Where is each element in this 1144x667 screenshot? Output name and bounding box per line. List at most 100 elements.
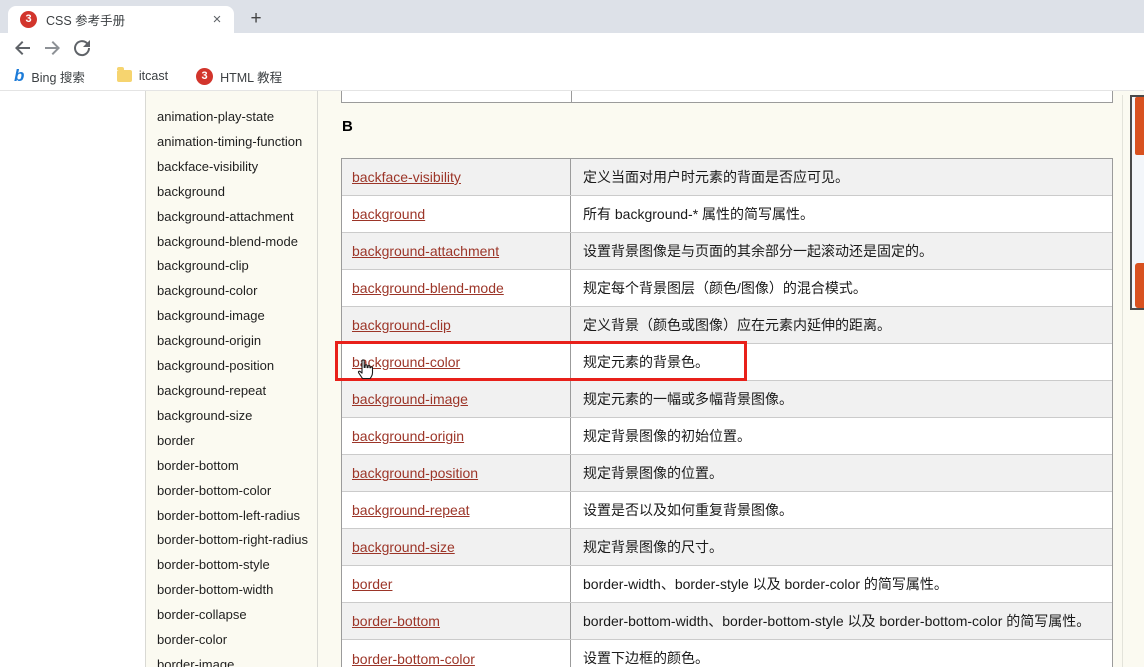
divider (317, 91, 318, 667)
description-text: 设置背景图像是与页面的其余部分一起滚动还是固定的。 (583, 242, 933, 259)
description-text: border-width、border-style 以及 border-colo… (583, 575, 948, 592)
table-row: background-attachment 设置背景图像是与页面的其余部分一起滚… (342, 233, 1112, 270)
description-cell: 规定元素的背景色。 (571, 344, 1112, 380)
sidebar-item[interactable]: background-blend-mode (157, 230, 315, 255)
description-text: 规定每个背景图层（颜色/图像）的混合模式。 (583, 279, 867, 296)
bookmark-label: HTML 教程 (220, 70, 283, 85)
description-cell: 规定背景图像的初始位置。 (571, 418, 1112, 454)
sidebar-item[interactable]: background-clip (157, 254, 315, 279)
property-link[interactable]: background-image (352, 391, 468, 407)
section-heading-b: B (342, 118, 353, 135)
description-text: border-bottom-width、border-bottom-style … (583, 612, 1091, 629)
sidebar-item[interactable]: border (157, 429, 315, 454)
table-row: background-position 规定背景图像的位置。 (342, 455, 1112, 492)
bookmark-bing[interactable]: b Bing 搜索 (14, 65, 85, 87)
property-link[interactable]: background-attachment (352, 243, 499, 259)
sidebar-item[interactable]: background-color (157, 279, 315, 304)
sidebar-item[interactable]: border-bottom-width (157, 578, 315, 603)
sidebar-item[interactable]: animation-play-state (157, 105, 315, 130)
description-cell: 所有 background-* 属性的简写属性。 (571, 196, 1112, 232)
sidebar-item[interactable]: background-repeat (157, 379, 315, 404)
tab-css-reference[interactable]: 3 CSS 参考手册 × (8, 6, 234, 33)
table-row: background-size 规定背景图像的尺寸。 (342, 529, 1112, 566)
property-cell: background-size (342, 529, 571, 565)
hand-cursor-icon (357, 359, 374, 380)
browser-window: 3 CSS 参考手册 × + w3school.com.cn/cssref/in… (0, 0, 1144, 667)
property-cell: border (342, 566, 571, 602)
w3school-favicon-icon: 3 (20, 11, 37, 28)
property-link[interactable]: background-origin (352, 428, 464, 444)
sidebar-item[interactable]: backface-visibility (157, 155, 315, 180)
sidebar-item[interactable]: animation-timing-function (157, 130, 315, 155)
refresh-icon[interactable] (70, 36, 94, 60)
browser-toolbar: w3school.com.cn/cssref/index.asp (0, 33, 1144, 92)
tab-title: CSS 参考手册 (46, 14, 126, 28)
description-cell: 规定背景图像的尺寸。 (571, 529, 1112, 565)
sidebar-item[interactable]: border-bottom (157, 454, 315, 479)
property-cell: background (342, 196, 571, 232)
description-cell: 设置下边框的颜色。 (571, 640, 1112, 667)
divider (1122, 95, 1123, 667)
sidebar-item[interactable]: background (157, 180, 315, 205)
bookmarks-bar: b Bing 搜索 itcast 3 HTML 教程 (0, 62, 1144, 91)
sidebar-item[interactable]: background-position (157, 354, 315, 379)
folder-icon (116, 67, 132, 82)
sidebar-item[interactable]: border-image (157, 653, 315, 667)
property-link[interactable]: background-blend-mode (352, 280, 504, 296)
property-link[interactable]: backface-visibility (352, 169, 461, 185)
description-text: 所有 background-* 属性的简写属性。 (583, 205, 815, 222)
property-cell: background-repeat (342, 492, 571, 528)
sidebar-item[interactable]: border-bottom-style (157, 553, 315, 578)
description-cell: 定义背景（颜色或图像）应在元素内延伸的距离。 (571, 307, 1112, 343)
bookmark-label: itcast (138, 69, 169, 83)
property-link[interactable]: background-size (352, 539, 455, 555)
property-cell: background-blend-mode (342, 270, 571, 306)
description-text: 规定背景图像的尺寸。 (583, 538, 723, 555)
description-cell: border-bottom-width、border-bottom-style … (571, 603, 1112, 639)
description-text: 定义当面对用户时元素的背面是否应可见。 (583, 168, 849, 185)
table-row: backface-visibility 定义当面对用户时元素的背面是否应可见。 (342, 159, 1112, 196)
property-link[interactable]: background-repeat (352, 502, 470, 518)
table-row: background-image 规定元素的一幅或多幅背景图像。 (342, 381, 1112, 418)
back-icon[interactable] (11, 36, 35, 60)
bing-icon: b (14, 66, 25, 85)
property-link[interactable]: background (352, 206, 425, 222)
property-link[interactable]: background-position (352, 465, 478, 481)
sidebar-item[interactable]: border-bottom-left-radius (157, 504, 315, 529)
property-cell: border-bottom-color (342, 640, 571, 667)
divider (145, 91, 146, 667)
property-link[interactable]: border-bottom (352, 613, 440, 629)
sidebar-item[interactable]: border-collapse (157, 603, 315, 628)
table-row: background-clip 定义背景（颜色或图像）应在元素内延伸的距离。 (342, 307, 1112, 344)
description-text: 规定背景图像的位置。 (583, 464, 723, 481)
description-text: 设置是否以及如何重复背景图像。 (583, 501, 793, 518)
description-cell: 规定每个背景图层（颜色/图像）的混合模式。 (571, 270, 1112, 306)
sidebar-item[interactable]: border-bottom-right-radius (157, 528, 315, 553)
new-tab-button[interactable]: + (244, 8, 268, 32)
bookmark-itcast[interactable]: itcast (116, 65, 169, 87)
forward-icon[interactable] (40, 36, 64, 60)
property-cell: background-attachment (342, 233, 571, 269)
property-link[interactable]: border (352, 576, 392, 592)
description-cell: 设置是否以及如何重复背景图像。 (571, 492, 1112, 528)
tab-close-icon[interactable]: × (208, 11, 226, 29)
sidebar-item[interactable]: border-color (157, 628, 315, 653)
css-reference-table: backface-visibility 定义当面对用户时元素的背面是否应可见。 … (341, 158, 1113, 667)
description-text: 规定元素的背景色。 (583, 353, 709, 370)
description-text: 规定元素的一幅或多幅背景图像。 (583, 390, 793, 407)
property-link[interactable]: background-clip (352, 317, 451, 333)
description-cell: border-width、border-style 以及 border-colo… (571, 566, 1112, 602)
description-cell: 规定元素的一幅或多幅背景图像。 (571, 381, 1112, 417)
sidebar-item[interactable]: background-image (157, 304, 315, 329)
sidebar-item[interactable]: background-attachment (157, 205, 315, 230)
sidebar-item[interactable]: background-size (157, 404, 315, 429)
scrollbar-marker[interactable] (1135, 263, 1144, 308)
bookmark-html-tutorial[interactable]: 3 HTML 教程 (196, 65, 282, 87)
description-cell: 定义当面对用户时元素的背面是否应可见。 (571, 159, 1112, 195)
property-link[interactable]: border-bottom-color (352, 651, 475, 667)
scrollbar-marker[interactable] (1135, 97, 1144, 155)
description-text: 定义背景（颜色或图像）应在元素内延伸的距离。 (583, 316, 891, 333)
sidebar-item[interactable]: background-origin (157, 329, 315, 354)
property-cell: border-bottom (342, 603, 571, 639)
sidebar-item[interactable]: border-bottom-color (157, 479, 315, 504)
